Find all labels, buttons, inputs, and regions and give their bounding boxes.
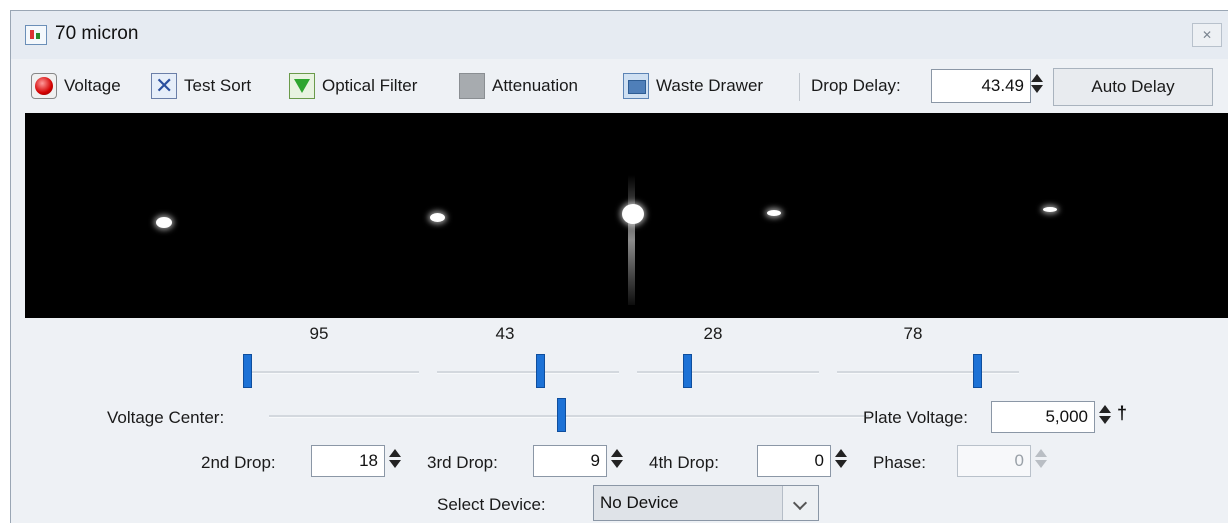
optical-filter-label: Optical Filter xyxy=(322,76,418,95)
spin-down-icon[interactable] xyxy=(1099,416,1111,424)
drop-camera-image xyxy=(25,113,1228,318)
second-drop-label: 2nd Drop: xyxy=(201,453,276,472)
optical-filter-button[interactable]: Optical Filter xyxy=(289,61,417,111)
spin-down-icon[interactable] xyxy=(1031,85,1043,93)
waste-drawer-icon xyxy=(623,73,649,99)
spin-up-icon[interactable] xyxy=(611,449,623,457)
select-device-label: Select Device: xyxy=(437,495,546,514)
device-select[interactable]: No Device xyxy=(593,485,819,521)
drop-delay-spinner[interactable] xyxy=(1030,74,1044,93)
second-drop-input[interactable]: 18 xyxy=(311,445,385,477)
droplet xyxy=(622,204,644,224)
window-title: 70 micron xyxy=(55,23,139,44)
voltage-center-thumb[interactable] xyxy=(557,398,566,432)
voltage-label: Voltage xyxy=(64,76,121,95)
optical-filter-icon xyxy=(289,73,315,99)
droplet xyxy=(156,217,172,228)
phase-spinner[interactable] xyxy=(1034,449,1048,468)
third-drop-label: 3rd Drop: xyxy=(427,453,498,472)
attenuation-icon xyxy=(459,73,485,99)
plate-voltage-input[interactable]: 5,000 xyxy=(991,401,1095,433)
drop-slider-track-1[interactable] xyxy=(247,371,419,374)
attenuation-label: Attenuation xyxy=(492,76,579,95)
droplet xyxy=(1043,207,1057,212)
attenuation-button[interactable]: Attenuation xyxy=(459,61,578,111)
voltage-center-track[interactable] xyxy=(269,415,869,418)
pin-icon[interactable]: † xyxy=(1117,403,1127,424)
spin-up-icon[interactable] xyxy=(835,449,847,457)
voltage-icon xyxy=(31,73,57,99)
chevron-down-icon[interactable] xyxy=(782,486,818,520)
title-bar: 70 micron ✕ xyxy=(11,11,1228,59)
drop-slider-track-4[interactable] xyxy=(837,371,1019,374)
sort-setup-window: 70 micron ✕ Voltage Test Sort Optical Fi… xyxy=(10,10,1228,523)
plate-voltage-spinner[interactable] xyxy=(1098,405,1112,424)
test-sort-button[interactable]: Test Sort xyxy=(151,61,251,111)
auto-delay-button[interactable]: Auto Delay xyxy=(1053,68,1213,106)
waste-drawer-label: Waste Drawer xyxy=(656,76,764,95)
spin-down-icon[interactable] xyxy=(389,460,401,468)
third-drop-spinner[interactable] xyxy=(610,449,624,468)
spin-down-icon[interactable] xyxy=(1035,460,1047,468)
toolbar-separator xyxy=(799,73,800,101)
spin-up-icon[interactable] xyxy=(1099,405,1111,413)
slider-value-1: 95 xyxy=(309,324,329,343)
test-sort-icon xyxy=(151,73,177,99)
fourth-drop-label: 4th Drop: xyxy=(649,453,719,472)
drop-delay-label: Drop Delay: xyxy=(811,76,901,95)
slider-value-2: 43 xyxy=(495,324,515,343)
test-sort-label: Test Sort xyxy=(184,76,252,95)
spin-down-icon[interactable] xyxy=(611,460,623,468)
drop-slider-thumb-2[interactable] xyxy=(536,354,545,388)
spin-up-icon[interactable] xyxy=(1031,74,1043,82)
slider-value-4: 78 xyxy=(903,324,923,343)
phase-label: Phase: xyxy=(873,453,926,472)
plate-voltage-label: Plate Voltage: xyxy=(863,408,968,427)
device-select-value: No Device xyxy=(600,493,679,512)
drop-slider-track-2[interactable] xyxy=(437,371,619,374)
drop-slider-thumb-3[interactable] xyxy=(683,354,692,388)
fourth-drop-spinner[interactable] xyxy=(834,449,848,468)
phase-input[interactable]: 0 xyxy=(957,445,1031,477)
fourth-drop-input[interactable]: 0 xyxy=(757,445,831,477)
droplet-streak xyxy=(628,175,635,305)
droplet xyxy=(430,213,445,222)
toolbar: Voltage Test Sort Optical Filter Attenua… xyxy=(11,61,1228,113)
spin-up-icon[interactable] xyxy=(1035,449,1047,457)
voltage-center-label: Voltage Center: xyxy=(107,408,225,427)
drop-slider-track-3[interactable] xyxy=(637,371,819,374)
app-icon xyxy=(25,25,47,45)
close-button[interactable]: ✕ xyxy=(1192,23,1222,47)
spin-up-icon[interactable] xyxy=(389,449,401,457)
drop-slider-thumb-4[interactable] xyxy=(973,354,982,388)
voltage-button[interactable]: Voltage xyxy=(31,61,121,111)
drop-slider-thumb-1[interactable] xyxy=(243,354,252,388)
drop-delay-input[interactable]: 43.49 xyxy=(931,69,1031,103)
waste-drawer-button[interactable]: Waste Drawer xyxy=(623,61,763,111)
second-drop-spinner[interactable] xyxy=(388,449,402,468)
third-drop-input[interactable]: 9 xyxy=(533,445,607,477)
slider-value-3: 28 xyxy=(703,324,723,343)
spin-down-icon[interactable] xyxy=(835,460,847,468)
droplet xyxy=(767,210,781,216)
